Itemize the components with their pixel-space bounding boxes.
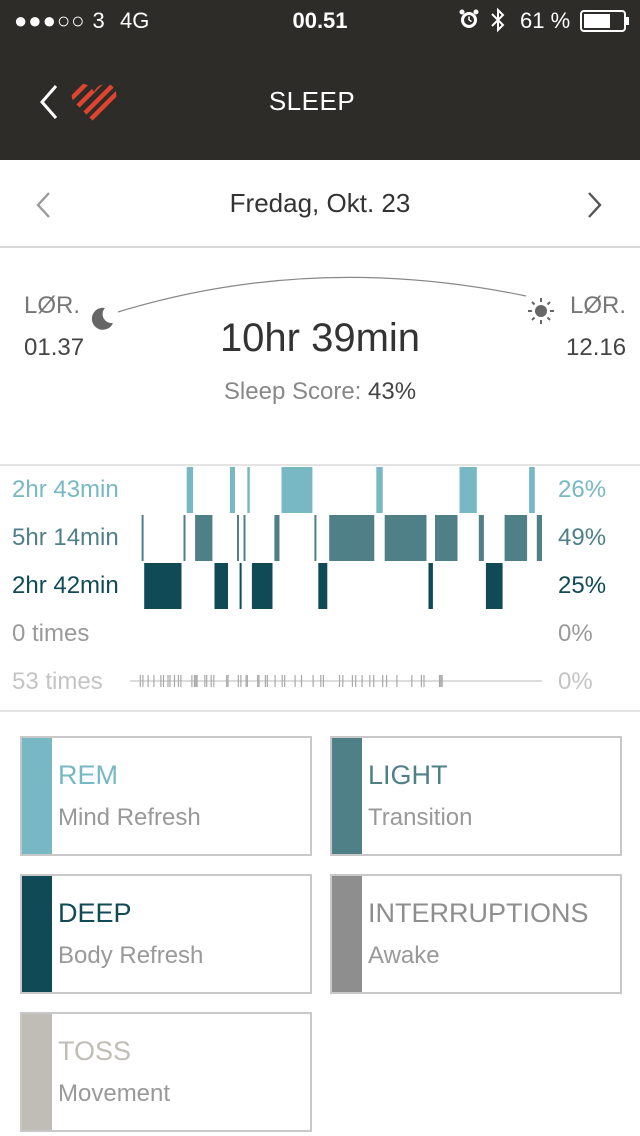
legend-title: REM — [58, 760, 118, 790]
deep-percent: 25% — [558, 572, 607, 599]
legend-subtitle: Mind Refresh — [58, 804, 201, 831]
toss-percent: 0% — [558, 668, 593, 695]
stage-segment-light — [384, 515, 427, 561]
stage-segment-light — [243, 515, 246, 561]
stage-segment-light — [329, 515, 375, 561]
deep-swatch — [22, 876, 52, 992]
light-swatch — [332, 738, 362, 854]
stage-segment-light — [195, 515, 213, 561]
sleep-score-value: 43% — [368, 378, 417, 405]
legend-subtitle: Body Refresh — [58, 942, 204, 969]
stage-segment-light — [504, 515, 528, 561]
light-percent: 49% — [558, 524, 607, 551]
stage-segment-rem — [186, 467, 194, 513]
rem-swatch — [22, 738, 52, 854]
stage-segment-light — [141, 515, 144, 561]
sleep-score: Sleep Score: 43% — [0, 378, 640, 406]
stage-segment-rem — [247, 467, 250, 513]
stage-segment-light — [435, 515, 458, 561]
sleep-score-label: Sleep Score: — [223, 378, 362, 405]
bluetooth-icon — [491, 7, 505, 33]
legend-card-light[interactable]: LIGHT Transition — [330, 736, 622, 856]
stage-segment-deep — [485, 563, 503, 609]
stage-segment-light — [536, 515, 542, 561]
stage-segment-deep — [318, 563, 328, 609]
stage-segment-rem — [459, 467, 477, 513]
interruptions-percent: 0% — [558, 620, 593, 647]
stage-segment-deep — [428, 563, 433, 609]
legend-subtitle: Awake — [368, 942, 440, 969]
stage-segment-light — [478, 515, 484, 561]
light-duration: 5hr 14min — [12, 524, 119, 551]
legend-card-toss[interactable]: TOSS Movement — [20, 1012, 312, 1132]
stage-segment-rem — [376, 467, 383, 513]
rem-percent: 26% — [558, 476, 607, 503]
toss-swatch — [22, 1014, 52, 1130]
date-navigator: Fredag, Okt. 23 — [0, 160, 640, 248]
legend-title: DEEP — [58, 898, 132, 928]
legend-card-rem[interactable]: REM Mind Refresh — [20, 736, 312, 856]
legend-card-deep[interactable]: DEEP Body Refresh — [20, 874, 312, 994]
stage-segment-rem — [281, 467, 313, 513]
interruptions-swatch — [332, 876, 362, 992]
deep-duration: 2hr 42min — [12, 572, 119, 599]
page-title: SLEEP — [268, 86, 356, 116]
battery-icon — [580, 10, 629, 32]
stage-segment-deep — [239, 563, 242, 609]
sleep-duration: 10hr 39min — [219, 316, 421, 360]
alarm-icon — [459, 9, 479, 28]
next-day-icon[interactable] — [584, 190, 604, 220]
legend-title: TOSS — [58, 1036, 132, 1066]
rem-duration: 2hr 43min — [12, 476, 119, 503]
stage-segment-rem — [229, 467, 235, 513]
legend-card-interruptions[interactable]: INTERRUPTIONS Awake — [330, 874, 622, 994]
stage-segment-light — [183, 515, 186, 561]
battery-percent: 61 % — [520, 8, 571, 33]
date-label: Fredag, Okt. 23 — [229, 188, 411, 218]
legend-subtitle: Movement — [58, 1080, 171, 1107]
stage-segment-deep — [214, 563, 228, 609]
interruptions-count: 0 times — [12, 620, 90, 647]
divider — [0, 710, 640, 712]
stage-segment-light — [314, 515, 317, 561]
stage-segment-rem — [529, 467, 535, 513]
stage-segment-light — [237, 515, 239, 561]
legend-title: INTERRUPTIONS — [368, 898, 589, 928]
legend-subtitle: Transition — [368, 804, 473, 831]
stage-segment-deep — [144, 563, 182, 609]
stage-segment-light — [274, 515, 280, 561]
legend-title: LIGHT — [368, 760, 448, 790]
toss-count: 53 times — [12, 668, 103, 695]
sleep-stage-chart — [130, 467, 542, 687]
stage-segment-deep — [251, 563, 273, 609]
